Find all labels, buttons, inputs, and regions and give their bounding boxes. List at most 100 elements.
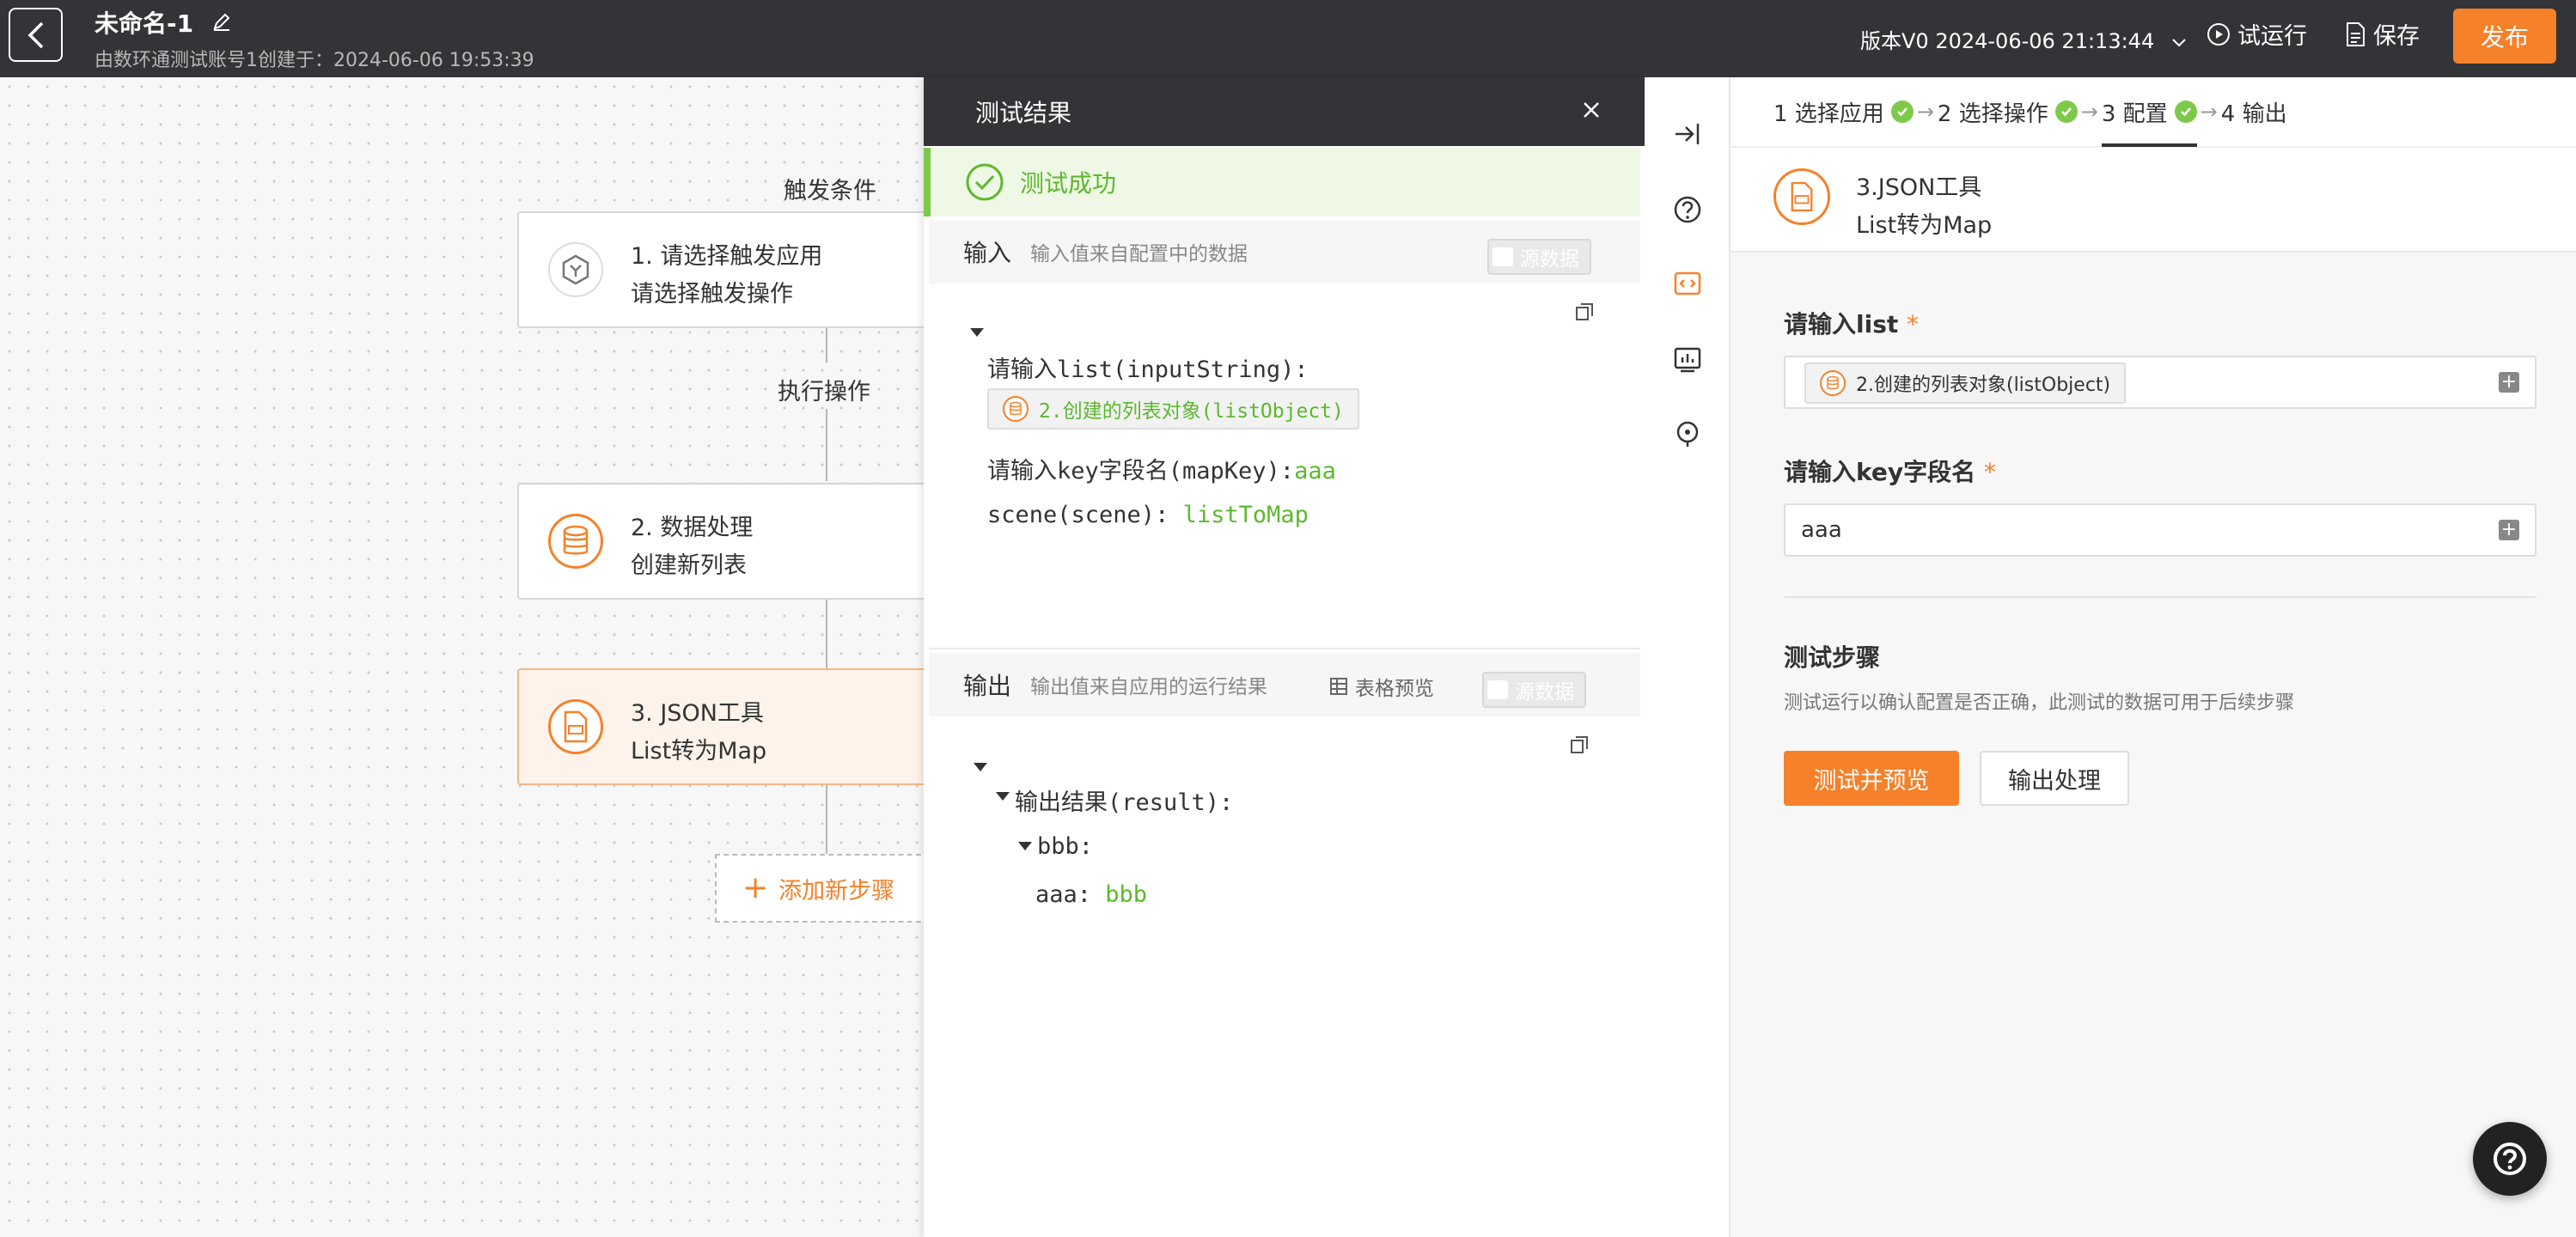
copy-icon[interactable] bbox=[1575, 302, 1594, 321]
json-tool-node[interactable]: 3. JSON工具 List转为Map bbox=[517, 668, 930, 785]
arrow-right-icon: → bbox=[1916, 100, 1934, 124]
add-step-label: 添加新步骤 bbox=[778, 877, 895, 905]
back-button[interactable] bbox=[9, 8, 63, 62]
test-preview-button[interactable]: 测试并预览 bbox=[1784, 751, 1959, 806]
input-desc: 输入值来自配置中的数据 bbox=[1030, 243, 1248, 265]
trigger-label: 触发条件 bbox=[784, 178, 876, 204]
trigger-node[interactable]: 1. 请选择触发应用 请选择触发操作 bbox=[517, 211, 930, 328]
chart-icon[interactable] bbox=[1672, 344, 1703, 375]
database-icon bbox=[1003, 396, 1029, 422]
check-icon bbox=[1890, 101, 1914, 123]
test-step-title: 测试步骤 bbox=[1784, 643, 1881, 672]
collapse-caret-icon[interactable] bbox=[974, 763, 987, 771]
data-process-node[interactable]: 2. 数据处理 创建新列表 bbox=[517, 483, 930, 600]
help-circle-icon[interactable] bbox=[1672, 194, 1703, 225]
output-desc: 输出值来自应用的运行结果 bbox=[1030, 676, 1268, 698]
node-subtitle: 创建新列表 bbox=[631, 552, 747, 579]
scene-value: listToMap bbox=[1182, 502, 1309, 528]
insert-variable-icon[interactable]: + bbox=[2499, 520, 2519, 540]
collapse-panel-icon[interactable] bbox=[1672, 119, 1703, 149]
close-icon[interactable] bbox=[1579, 98, 1603, 122]
success-text: 测试成功 bbox=[1020, 169, 1117, 198]
copy-icon[interactable] bbox=[1570, 735, 1589, 754]
output-source-toggle[interactable]: 源数据 bbox=[1482, 672, 1586, 708]
success-banner: 测试成功 bbox=[924, 148, 1640, 216]
publish-button[interactable]: 发布 bbox=[2453, 9, 2556, 64]
key-input[interactable]: aaa + bbox=[1784, 503, 2536, 557]
chip-label: 2.创建的列表对象(listObject) bbox=[1039, 400, 1344, 423]
chip-label: 2.创建的列表对象(listObject) bbox=[1856, 375, 2111, 396]
key-field-label: 请输入key字段名 * bbox=[1784, 454, 1996, 488]
list-input[interactable]: 2.创建的列表对象(listObject) + bbox=[1784, 356, 2536, 409]
test-run-label: 试运行 bbox=[2237, 23, 2307, 50]
play-circle-icon bbox=[2207, 22, 2230, 46]
input-list-label: 请输入list(inputString): bbox=[987, 356, 1309, 383]
output-process-button[interactable]: 输出处理 bbox=[1980, 751, 2129, 806]
collapse-caret-icon[interactable] bbox=[1018, 842, 1032, 850]
list-input-chip[interactable]: 2.创建的列表对象(listObject) bbox=[1804, 363, 2127, 404]
help-chat-button[interactable] bbox=[2473, 1122, 2547, 1196]
tool-title: 3.JSON工具 bbox=[1856, 174, 1982, 201]
help-chat-icon bbox=[2494, 1143, 2526, 1175]
step-config[interactable]: 3 配置 bbox=[2101, 76, 2197, 147]
step-select-app[interactable]: 1 选择应用 bbox=[1773, 76, 1914, 147]
collapse-caret-icon[interactable] bbox=[996, 792, 1010, 801]
database-icon bbox=[548, 514, 603, 569]
output-bbb-label: bbb: bbox=[1037, 833, 1094, 860]
test-step-desc: 测试运行以确认配置是否正确，此测试的数据可用于后续步骤 bbox=[1784, 692, 2295, 714]
required-mark: * bbox=[1983, 458, 1996, 486]
connector-line bbox=[826, 409, 827, 481]
chevron-down-icon bbox=[2172, 39, 2186, 47]
check-icon bbox=[2174, 101, 2197, 123]
step-output[interactable]: 4 输出 bbox=[2221, 76, 2287, 147]
list-field-label: 请输入list * bbox=[1784, 306, 1919, 340]
scene-label: scene(scene): bbox=[987, 502, 1169, 528]
json-file-icon bbox=[1773, 168, 1830, 225]
lightbulb-icon[interactable] bbox=[1672, 419, 1703, 450]
edit-title-icon[interactable] bbox=[211, 10, 233, 33]
table-icon bbox=[1330, 678, 1347, 695]
source-toggle-label: 源数据 bbox=[1515, 681, 1574, 704]
source-toggle-label: 源数据 bbox=[1520, 248, 1579, 271]
step-label: 2 选择操作 bbox=[1937, 101, 2048, 127]
save-button[interactable]: 保存 bbox=[2344, 17, 2420, 51]
test-panel-header: 测试结果 bbox=[924, 77, 1645, 146]
created-info: 由数环通测试账号1创建于：2024-06-06 19:53:39 bbox=[95, 50, 534, 71]
step-select-action[interactable]: 2 选择操作 bbox=[1938, 76, 2078, 147]
test-panel-title: 测试结果 bbox=[975, 99, 1072, 127]
database-icon bbox=[1820, 370, 1846, 396]
step-tabs: 1 选择应用 → 2 选择操作 → 3 配置 → 4 输出 bbox=[1731, 77, 2576, 148]
connector-line bbox=[826, 328, 827, 363]
table-preview-label: 表格预览 bbox=[1355, 678, 1434, 700]
arrow-right-icon: → bbox=[2080, 100, 2098, 124]
workflow-canvas[interactable]: 触发条件 1. 请选择触发应用 请选择触发操作 执行操作 2. 数据处理 创建新… bbox=[0, 77, 930, 1237]
insert-variable-icon[interactable]: + bbox=[2499, 372, 2519, 393]
input-scene-row: scene(scene): listToMap bbox=[987, 502, 1309, 528]
table-preview-button[interactable]: 表格预览 bbox=[1329, 672, 1434, 701]
tool-subtitle: List转为Map bbox=[1856, 212, 1993, 239]
test-result-panel: 测试结果 测试成功 输入 输入值来自配置中的数据 源数据 请输入list(inp… bbox=[924, 77, 1645, 1237]
connector-line bbox=[826, 600, 827, 668]
input-section-header: 输入 输入值来自配置中的数据 源数据 bbox=[929, 220, 1640, 283]
output-aaa-row: aaa: bbb bbox=[1035, 881, 1147, 908]
divider bbox=[929, 648, 1640, 649]
save-label: 保存 bbox=[2373, 23, 2420, 50]
code-icon[interactable] bbox=[1672, 268, 1703, 299]
config-panel: 1 选择应用 → 2 选择操作 → 3 配置 → 4 输出 3.JSON工具 L… bbox=[1731, 77, 2576, 1237]
test-run-button[interactable]: 试运行 bbox=[2207, 17, 2307, 51]
output-title: 输出 bbox=[963, 672, 1012, 700]
connector-line bbox=[826, 785, 827, 854]
top-header: 未命名-1 由数环通测试账号1创建于：2024-06-06 19:53:39 版… bbox=[0, 0, 2576, 77]
output-result-label: 输出结果(result): bbox=[1015, 789, 1234, 816]
aaa-label: aaa: bbox=[1035, 881, 1092, 908]
tool-header: 3.JSON工具 List转为Map bbox=[1731, 148, 2576, 253]
version-dropdown[interactable]: 版本V0 2024-06-06 21:13:44 bbox=[1860, 24, 2187, 54]
output-section-header: 输出 输出值来自应用的运行结果 表格预览 源数据 bbox=[929, 653, 1640, 716]
add-step-button[interactable]: + 添加新步骤 bbox=[715, 854, 930, 923]
check-circle-icon bbox=[966, 163, 1004, 201]
hexagon-app-icon bbox=[548, 242, 603, 297]
node-title: 3. JSON工具 bbox=[631, 700, 764, 727]
collapse-caret-icon[interactable] bbox=[970, 328, 984, 337]
list-label-text: 请输入list bbox=[1784, 310, 1899, 338]
input-source-toggle[interactable]: 源数据 bbox=[1487, 239, 1591, 275]
